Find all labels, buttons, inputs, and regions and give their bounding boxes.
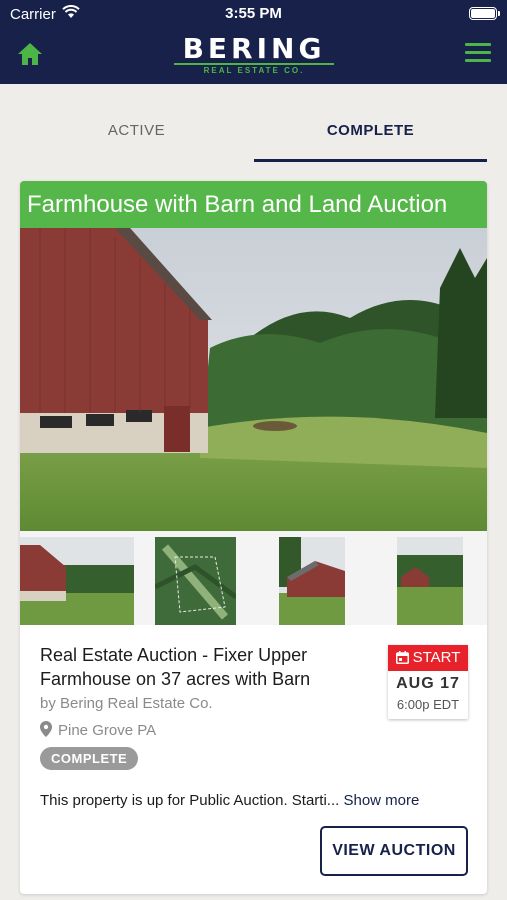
tab-complete[interactable]: COMPLETE	[254, 122, 487, 139]
photo-thumbnail-strip	[20, 531, 487, 625]
selected-tab-indicator	[254, 159, 487, 162]
battery-icon	[469, 7, 500, 20]
home-icon	[18, 43, 42, 65]
listing-banner-title: Farmhouse with Barn and Land Auction	[20, 181, 487, 228]
listing-description: This property is up for Public Auction. …	[40, 792, 470, 809]
listing-title[interactable]: Real Estate Auction - Fixer Upper Farmho…	[40, 643, 370, 691]
hamburger-menu-icon[interactable]	[465, 43, 491, 65]
location-text: Pine Grove PA	[58, 722, 157, 739]
home-button[interactable]	[14, 40, 46, 68]
start-day: AUG 17	[396, 675, 460, 692]
location-pin-icon	[40, 721, 52, 737]
status-bar: Carrier 3:55 PM	[0, 0, 507, 28]
listing-location: Pine Grove PA	[40, 721, 156, 739]
auction-start-date: START AUG 17 6:00p EDT	[388, 645, 468, 719]
status-badge: COMPLETE	[40, 747, 139, 770]
auction-tabs: ACTIVE COMPLETE	[20, 84, 487, 164]
view-auction-button[interactable]: VIEW AUCTION	[320, 826, 468, 876]
thumbnail-barn-3[interactable]	[397, 537, 463, 625]
app-header: Carrier 3:55 PM BERING REAL ESTATE CO.	[0, 0, 507, 84]
hero-photo-barn[interactable]	[20, 228, 487, 531]
barn-landscape-image	[20, 228, 487, 531]
logo-tagline: REAL ESTATE CO.	[203, 66, 305, 75]
show-more-link[interactable]: Show more	[343, 792, 419, 809]
thumbnail-barn-1[interactable]	[20, 537, 134, 625]
bering-logo: BERING REAL ESTATE CO.	[172, 32, 336, 75]
start-time: 6:00p EDT	[396, 697, 460, 712]
logo-wordmark: BERING	[182, 32, 326, 65]
start-label: START	[412, 649, 461, 666]
tab-active[interactable]: ACTIVE	[20, 122, 253, 139]
thumbnail-barn-2[interactable]	[279, 537, 345, 625]
calendar-icon	[395, 651, 409, 664]
description-text: This property is up for Public Auction. …	[40, 792, 340, 809]
thumbnail-aerial-map[interactable]	[155, 537, 236, 625]
start-header: START	[388, 645, 468, 671]
auction-card: Farmhouse with Barn and Land Auction Rea…	[20, 181, 487, 894]
listing-byline: by Bering Real Estate Co.	[40, 695, 213, 712]
clock: 3:55 PM	[225, 5, 282, 22]
